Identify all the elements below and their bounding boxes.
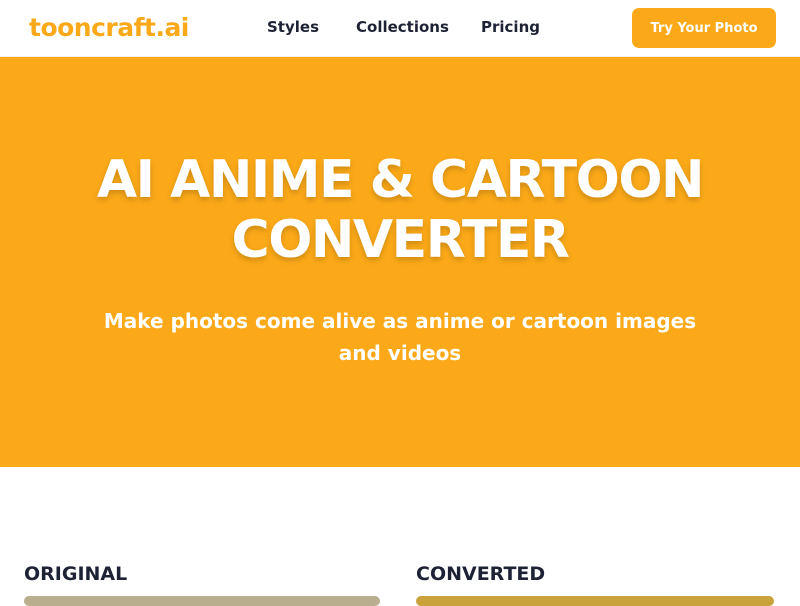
hero-wave-divider bbox=[0, 390, 800, 463]
hero-title-line-2: CONVERTER bbox=[231, 210, 570, 270]
site-logo[interactable]: tooncraft.ai bbox=[29, 13, 189, 43]
converted-image bbox=[416, 596, 774, 606]
hero-title: AI ANIME & CARTOON CONVERTER bbox=[0, 150, 800, 270]
hero-wave-shape bbox=[0, 390, 800, 463]
original-label: ORIGINAL bbox=[24, 563, 128, 585]
try-your-photo-button[interactable]: Try Your Photo bbox=[632, 8, 776, 48]
hero-title-line-1: AI ANIME & CARTOON bbox=[96, 150, 705, 210]
nav-link-styles[interactable]: Styles bbox=[267, 17, 319, 37]
converted-label: CONVERTED bbox=[416, 563, 546, 585]
top-navbar: tooncraft.ai Styles Collections Pricing … bbox=[0, 0, 800, 57]
original-image bbox=[24, 596, 380, 606]
hero-subtitle: Make photos come alive as anime or carto… bbox=[103, 309, 697, 365]
nav-link-pricing[interactable]: Pricing bbox=[481, 17, 540, 37]
nav-link-collections[interactable]: Collections bbox=[356, 17, 449, 37]
